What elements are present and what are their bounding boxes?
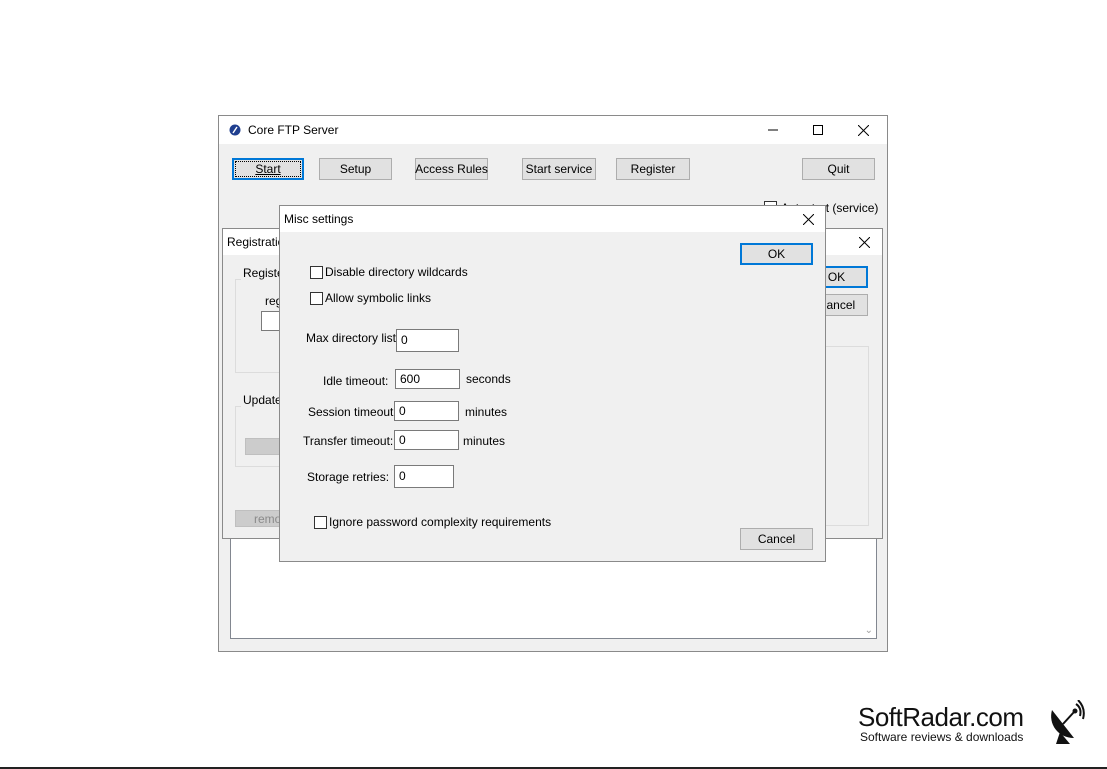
transfer-timeout-unit: minutes (463, 434, 506, 448)
access-rules-button-label: Access Rules (415, 162, 488, 176)
misc-cancel-button[interactable]: Cancel (740, 528, 813, 550)
disable-wildcards-checkbox[interactable] (310, 266, 323, 279)
ignore-password-label: Ignore password complexity requirements (329, 515, 552, 529)
quit-button[interactable]: Quit (802, 158, 875, 180)
misc-dialog-title: Misc settings (284, 212, 354, 226)
main-window-title: Core FTP Server (248, 123, 339, 137)
misc-settings-dialog: Misc settings OK Disable directory wildc… (279, 205, 826, 562)
scroll-down-icon[interactable]: ⌄ (865, 625, 873, 636)
start-service-button[interactable]: Start service (522, 158, 596, 180)
satellite-dish-icon (1046, 699, 1086, 744)
setup-button-label: Setup (339, 162, 372, 176)
session-timeout-input[interactable]: 0 (394, 401, 459, 421)
start-service-button-label: Start service (525, 162, 593, 176)
allow-symlinks-label: Allow symbolic links (325, 291, 432, 305)
register-button[interactable]: Register (616, 158, 690, 180)
max-dir-list-input[interactable]: 0 (396, 329, 459, 352)
update-group-label: Update (241, 393, 284, 407)
storage-retries-label: Storage retries: (307, 470, 390, 484)
start-button-label: Start (255, 162, 281, 176)
register-button-label: Register (630, 162, 676, 176)
softradar-tagline: Software reviews & downloads (860, 730, 1024, 744)
idle-timeout-input[interactable]: 600 (395, 369, 460, 389)
allow-symlinks-checkbox[interactable] (310, 292, 323, 305)
storage-retries-input[interactable]: 0 (394, 465, 454, 488)
disable-wildcards-label: Disable directory wildcards (325, 265, 468, 279)
registration-ok-label: OK (827, 270, 846, 284)
transfer-timeout-input[interactable]: 0 (394, 430, 459, 450)
minimize-icon[interactable] (751, 116, 795, 144)
max-dir-list-label: Max directory list (306, 331, 397, 345)
ignore-password-checkbox[interactable] (314, 516, 327, 529)
misc-ok-button[interactable]: OK (740, 243, 813, 265)
main-titlebar[interactable]: Core FTP Server (219, 116, 887, 144)
session-timeout-label: Session timeout: (308, 405, 397, 419)
transfer-timeout-label: Transfer timeout: (303, 434, 394, 448)
session-timeout-unit: minutes (465, 405, 508, 419)
close-icon[interactable] (841, 116, 885, 144)
registration-close-icon[interactable] (844, 229, 884, 255)
softradar-watermark: SoftRadar.com Software reviews & downloa… (858, 699, 1088, 750)
misc-close-icon[interactable] (789, 206, 827, 232)
start-button[interactable]: Start (232, 158, 304, 180)
idle-timeout-label: Idle timeout: (323, 374, 389, 388)
access-rules-button[interactable]: Access Rules (415, 158, 488, 180)
idle-timeout-unit: seconds (466, 372, 511, 386)
maximize-icon[interactable] (796, 116, 840, 144)
softradar-brand: SoftRadar.com (858, 702, 1024, 732)
quit-button-label: Quit (827, 162, 850, 176)
misc-ok-label: OK (767, 247, 786, 261)
app-icon (229, 124, 241, 136)
setup-button[interactable]: Setup (319, 158, 392, 180)
misc-cancel-label: Cancel (757, 532, 796, 546)
misc-titlebar[interactable]: Misc settings (280, 206, 825, 232)
